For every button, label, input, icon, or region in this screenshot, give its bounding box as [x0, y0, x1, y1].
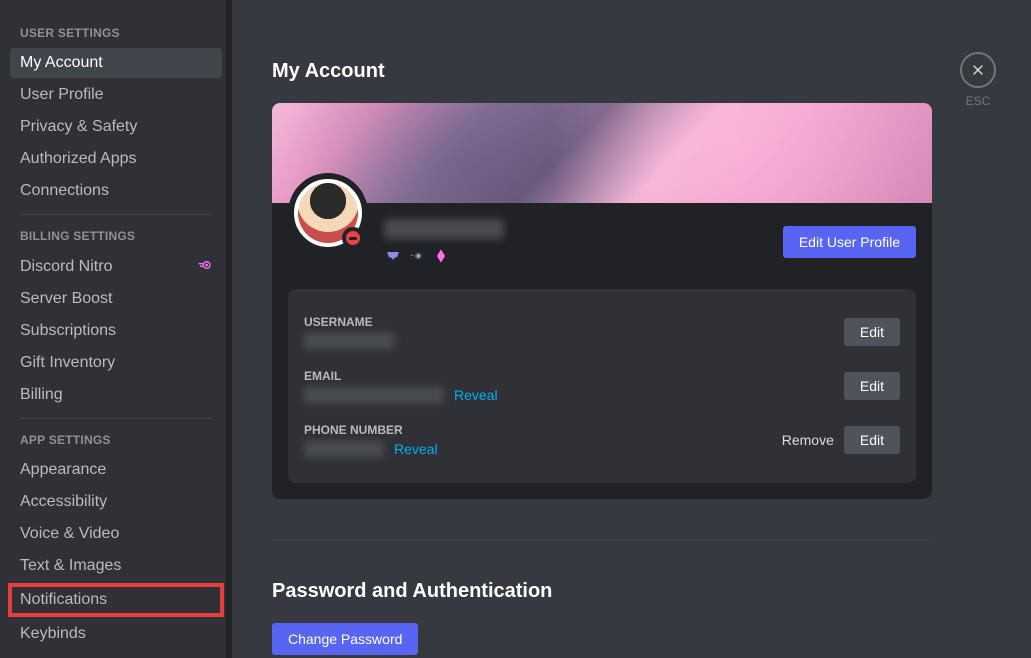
nitro-icon — [196, 257, 212, 276]
sidebar-item-label: Gift Inventory — [20, 354, 115, 372]
profile-info — [384, 219, 783, 265]
sidebar-item-keybinds[interactable]: Keybinds — [10, 619, 222, 649]
profile-row: Edit User Profile — [272, 203, 932, 281]
email-value — [304, 387, 444, 403]
reveal-email-link[interactable]: Reveal — [454, 387, 498, 403]
divider — [272, 539, 932, 540]
sidebar-item-discord-nitro[interactable]: Discord Nitro — [10, 251, 222, 282]
close-button[interactable] — [960, 52, 996, 88]
sidebar-item-label: Appearance — [20, 461, 106, 479]
sidebar-item-label: Privacy & Safety — [20, 118, 137, 136]
account-card: Edit User Profile USERNAME Edit EMAIL Re… — [272, 103, 932, 499]
edit-email-button[interactable]: Edit — [844, 372, 900, 400]
section-title-billing: BILLING SETTINGS — [10, 223, 222, 249]
username-value — [304, 333, 394, 349]
sidebar-item-label: Discord Nitro — [20, 258, 112, 276]
email-label: EMAIL — [304, 369, 844, 383]
close-icon — [970, 62, 986, 78]
change-password-button[interactable]: Change Password — [272, 623, 418, 655]
dnd-status-icon — [342, 227, 364, 249]
sidebar-item-label: Authorized Apps — [20, 150, 137, 168]
sidebar-item-gift-inventory[interactable]: Gift Inventory — [10, 348, 222, 378]
avatar — [288, 173, 368, 253]
sidebar-item-notifications[interactable]: Notifications — [8, 583, 224, 617]
email-row: EMAIL Reveal Edit — [304, 359, 900, 413]
sidebar-item-text-images[interactable]: Text & Images — [10, 551, 222, 581]
details-card: USERNAME Edit EMAIL Reveal Edit — [288, 289, 916, 483]
sidebar-item-label: Accessibility — [20, 493, 107, 511]
phone-row: PHONE NUMBER Reveal Remove Edit — [304, 413, 900, 467]
sidebar-item-label: Notifications — [20, 591, 107, 609]
sidebar-item-label: Subscriptions — [20, 322, 116, 340]
edit-username-button[interactable]: Edit — [844, 318, 900, 346]
sidebar-item-voice-video[interactable]: Voice & Video — [10, 519, 222, 549]
divider — [20, 418, 212, 419]
sidebar-item-user-profile[interactable]: User Profile — [10, 80, 222, 110]
sidebar-item-label: My Account — [20, 54, 103, 72]
sidebar-item-label: Keybinds — [20, 625, 86, 643]
sidebar-item-label: Text & Images — [20, 557, 121, 575]
page-title: My Account — [272, 60, 991, 83]
reveal-phone-link[interactable]: Reveal — [394, 441, 438, 457]
sidebar-item-label: Connections — [20, 182, 109, 200]
phone-label: PHONE NUMBER — [304, 423, 782, 437]
phone-value — [304, 441, 384, 457]
edit-user-profile-button[interactable]: Edit User Profile — [783, 226, 916, 258]
username-row: USERNAME Edit — [304, 305, 900, 359]
password-section-title: Password and Authentication — [272, 580, 991, 603]
username-label: USERNAME — [304, 315, 844, 329]
sidebar-item-label: Billing — [20, 386, 63, 404]
settings-content: ESC My Account Edit User Profile — [232, 0, 1031, 658]
close-label: ESC — [966, 94, 991, 108]
sidebar-item-label: Server Boost — [20, 290, 112, 308]
sidebar-item-label: Voice & Video — [20, 525, 119, 543]
sidebar-item-billing[interactable]: Billing — [10, 380, 222, 410]
hypesquad-badge-icon — [384, 247, 402, 265]
sidebar-item-label: User Profile — [20, 86, 104, 104]
edit-phone-button[interactable]: Edit — [844, 426, 900, 454]
sidebar-item-connections[interactable]: Connections — [10, 176, 222, 206]
sidebar-item-server-boost[interactable]: Server Boost — [10, 284, 222, 314]
profile-banner — [272, 103, 932, 203]
sidebar-item-privacy-safety[interactable]: Privacy & Safety — [10, 112, 222, 142]
close-area: ESC — [960, 52, 996, 108]
sidebar-item-appearance[interactable]: Appearance — [10, 455, 222, 485]
section-title-app: APP SETTINGS — [10, 427, 222, 453]
nitro-badge-icon — [408, 247, 426, 265]
sidebar-item-authorized-apps[interactable]: Authorized Apps — [10, 144, 222, 174]
sidebar-item-accessibility[interactable]: Accessibility — [10, 487, 222, 517]
boost-badge-icon — [432, 247, 450, 265]
settings-sidebar: USER SETTINGS My Account User Profile Pr… — [0, 0, 232, 658]
section-title-user: USER SETTINGS — [10, 20, 222, 46]
remove-phone-link[interactable]: Remove — [782, 432, 834, 448]
sidebar-item-subscriptions[interactable]: Subscriptions — [10, 316, 222, 346]
badge-row — [384, 247, 783, 265]
username-display — [384, 219, 504, 239]
divider — [20, 214, 212, 215]
sidebar-item-my-account[interactable]: My Account — [10, 48, 222, 78]
